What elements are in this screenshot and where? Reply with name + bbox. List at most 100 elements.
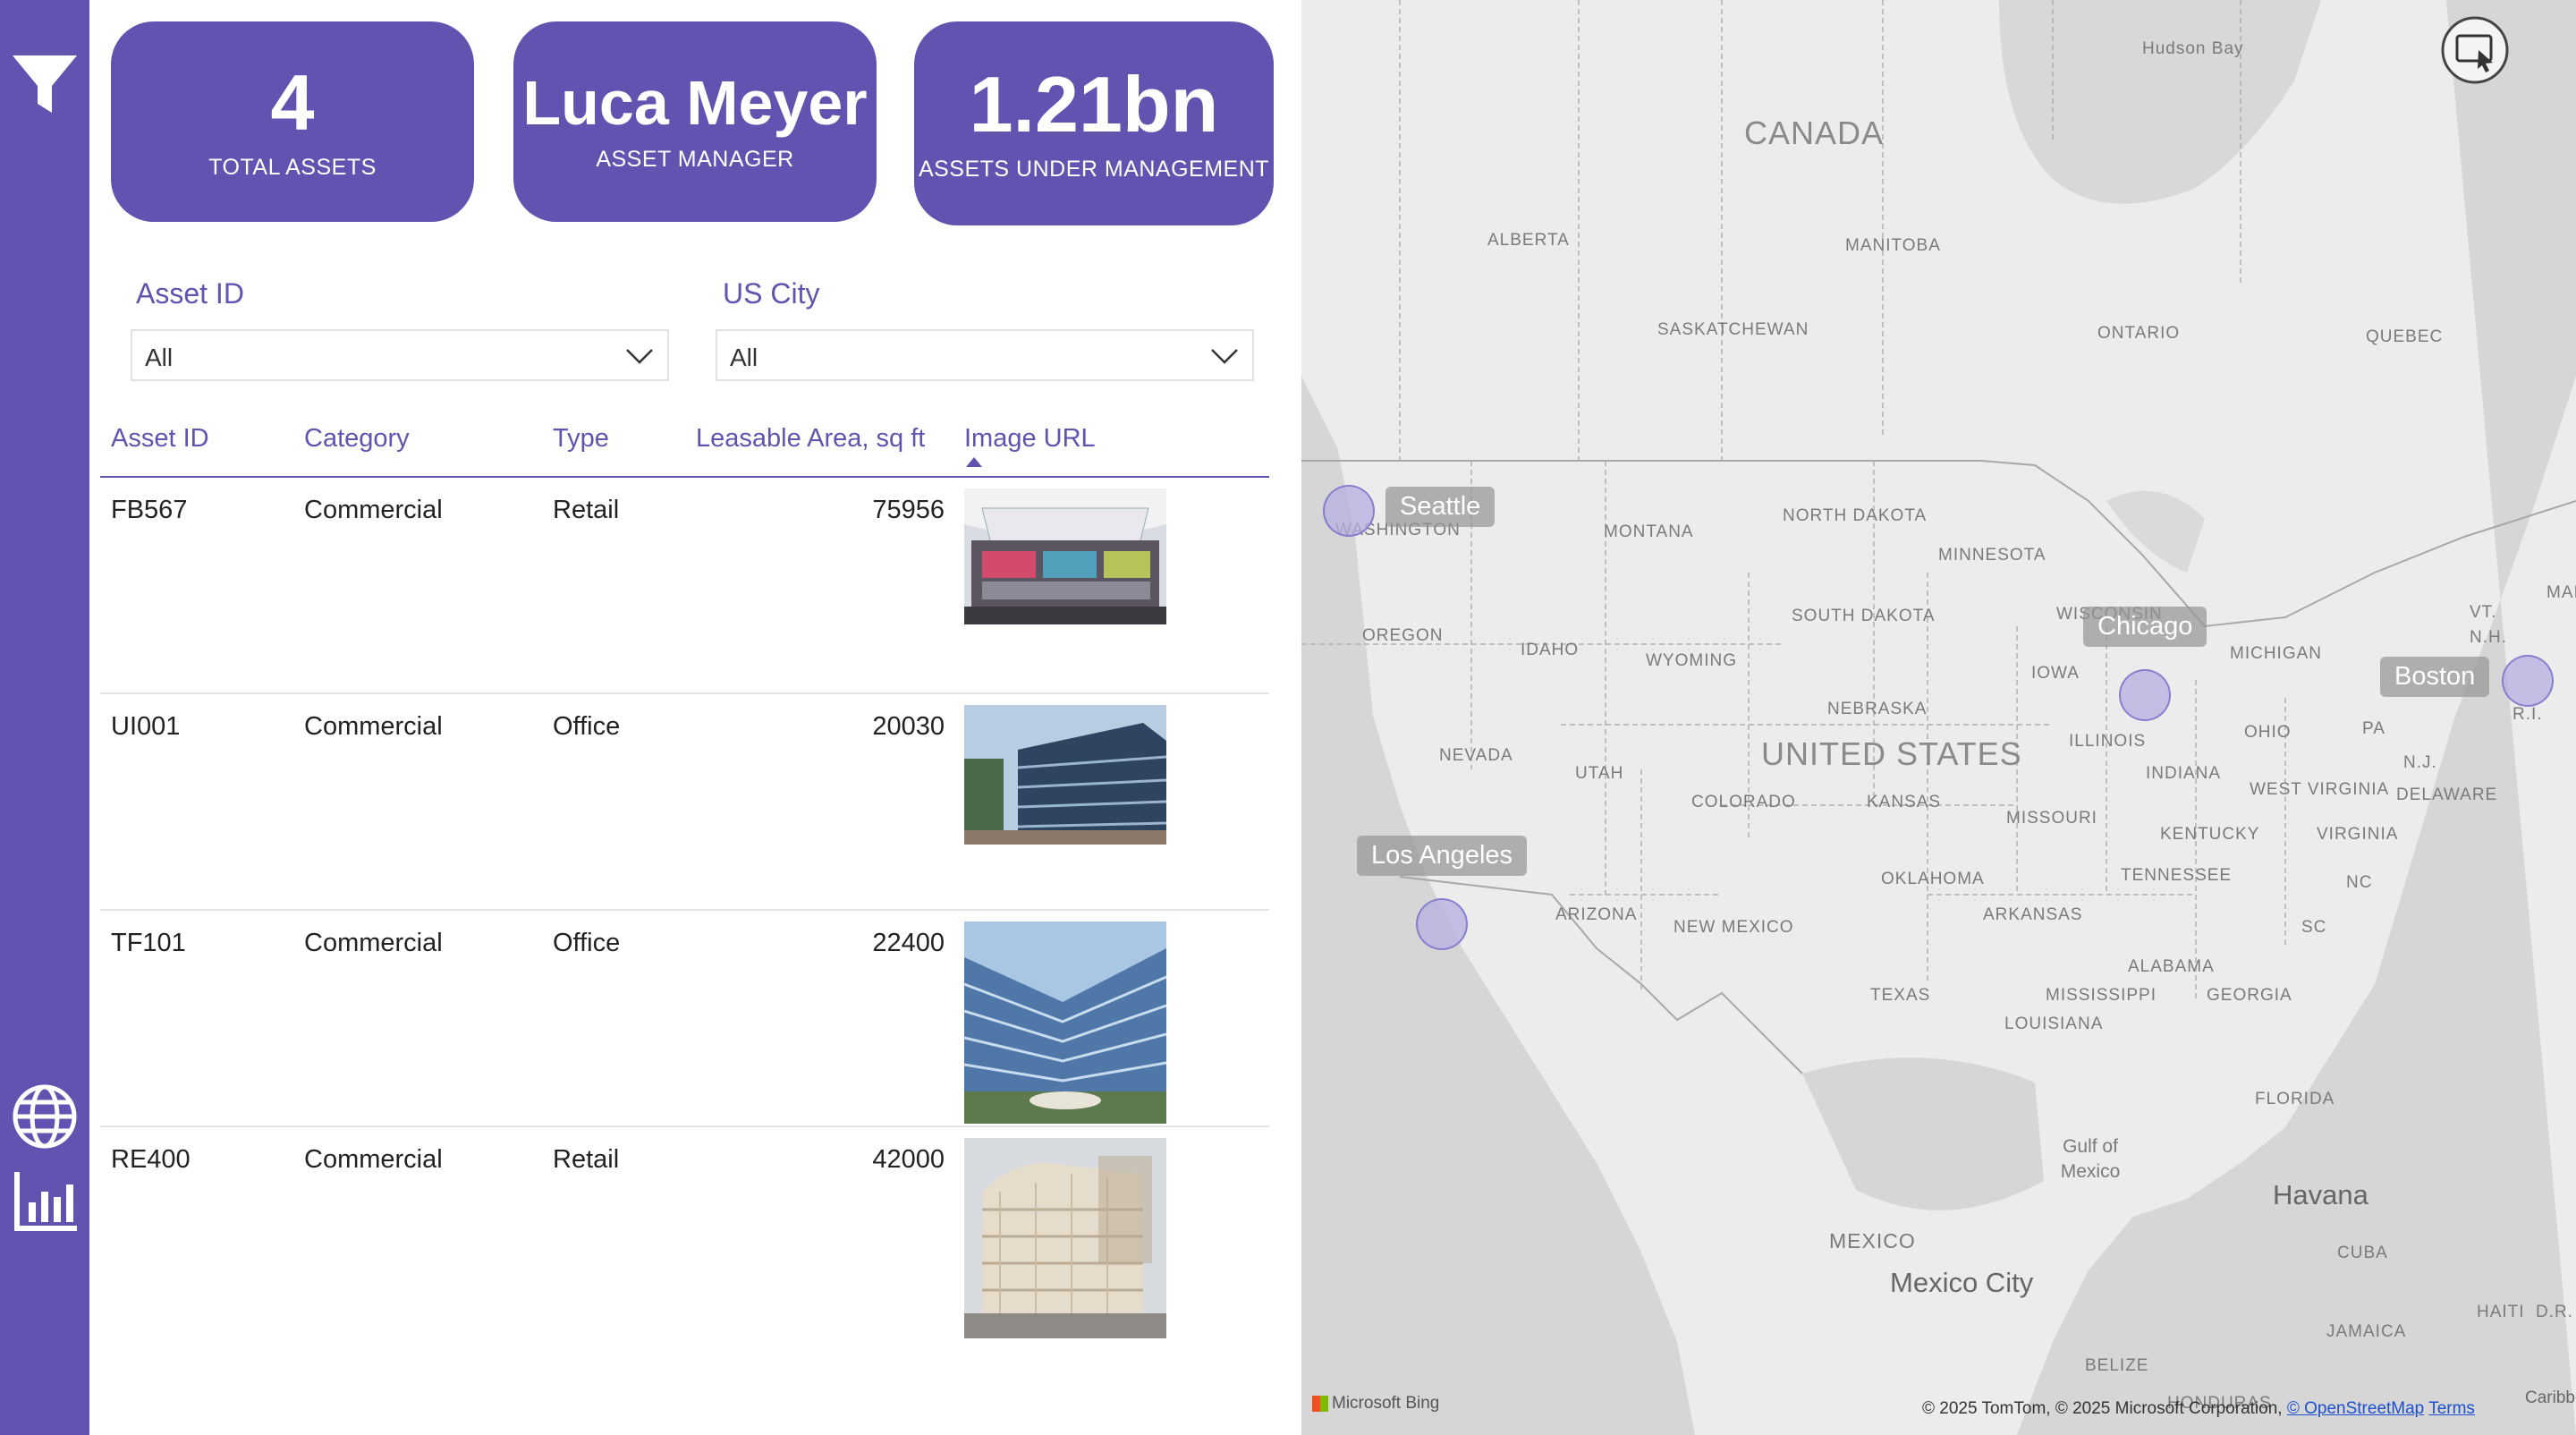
map-label: MISSOURI (2006, 809, 2097, 828)
cell-leasable-area: 22400 (872, 929, 945, 957)
map-label: MAI (2546, 583, 2576, 602)
office-building-photo[interactable] (964, 705, 1166, 845)
cell-asset-id: UI001 (111, 712, 181, 741)
map-label: SOUTH DAKOTA (1792, 607, 1936, 625)
cell-leasable-area: 42000 (872, 1145, 945, 1174)
table-row[interactable]: UI001 Commercial Office 20030 (100, 694, 1269, 911)
map-label: MICHIGAN (2230, 644, 2322, 663)
kpi-value: Luca Meyer (522, 67, 868, 138)
cell-category: Commercial (304, 1145, 443, 1174)
map-label: SC (2301, 918, 2327, 937)
attribution-text: © 2025 TomTom, © 2025 Microsoft Corporat… (1922, 1399, 2283, 1418)
kpi-label: ASSET MANAGER (596, 146, 794, 172)
kpi-total-assets: 4 TOTAL ASSETS (111, 21, 474, 222)
map-label: NC (2346, 873, 2373, 892)
cell-type: Office (553, 929, 621, 957)
map-label: MEXICO (1829, 1229, 1916, 1252)
bubble-label: Chicago (2083, 607, 2207, 647)
kpi-label: ASSETS UNDER MANAGEMENT (918, 156, 1270, 182)
filter-icon[interactable] (0, 52, 89, 118)
us-city-dropdown[interactable]: All (716, 329, 1254, 381)
map-label: VIRGINIA (2317, 825, 2399, 844)
map-city-label: Havana (2273, 1179, 2368, 1210)
cell-type: Retail (553, 1145, 620, 1174)
map-bubble-seattle[interactable] (1323, 485, 1375, 537)
bubble-label: Los Angeles (1357, 836, 1528, 876)
map-label: NEVADA (1439, 746, 1513, 765)
asset-id-dropdown[interactable]: All (131, 329, 669, 381)
map-label: FLORIDA (2255, 1090, 2335, 1108)
map-label: DELAWARE (2396, 785, 2498, 804)
map-label: UTAH (1575, 764, 1624, 783)
map-label: UNITED STATES (1761, 735, 2022, 772)
map-label: OREGON (1362, 626, 1444, 645)
chevron-down-icon (1211, 349, 1238, 364)
terms-link[interactable]: Terms (2428, 1399, 2475, 1418)
map-label: PA (2362, 719, 2385, 738)
bubble-label: Seattle (1385, 487, 1496, 527)
chevron-down-icon (626, 349, 653, 364)
map-city-label: Mexico City (1890, 1267, 2034, 1298)
globe-icon[interactable] (0, 1083, 89, 1151)
map-label: ARKANSAS (1983, 905, 2083, 924)
map-label: BELIZE (2085, 1356, 2149, 1375)
kpi-label: TOTAL ASSETS (208, 154, 377, 180)
map-attribution: © 2025 TomTom, © 2025 Microsoft Corporat… (1922, 1399, 2475, 1419)
bubble-label: Boston (2380, 657, 2490, 697)
cell-type: Office (553, 712, 621, 741)
map-label: TENNESSEE (2121, 866, 2233, 885)
map-label: SASKATCHEWAN (1657, 320, 1809, 339)
map-label: MONTANA (1604, 522, 1694, 541)
map-label: D.R. (2536, 1303, 2573, 1321)
table-row[interactable]: FB567 Commercial Retail 75956 (100, 478, 1269, 694)
map-label: HAITI (2477, 1303, 2525, 1321)
office-building-photo[interactable] (964, 921, 1166, 1124)
map-label: CUBA (2337, 1244, 2388, 1262)
map-label: N.H. (2470, 628, 2507, 647)
focus-mode-icon[interactable] (2439, 14, 2511, 86)
left-nav-rail (0, 0, 89, 1435)
map-label: IDAHO (1521, 641, 1580, 659)
cell-type: Retail (553, 496, 620, 524)
cell-category: Commercial (304, 712, 443, 741)
map-label: WYOMING (1646, 651, 1737, 670)
retail-building-photo[interactable] (964, 488, 1166, 624)
slicer-title-asset-id: Asset ID (136, 277, 244, 310)
bing-logo-text: Microsoft Bing (1332, 1394, 1440, 1413)
kpi-asset-manager: Luca Meyer ASSET MANAGER (513, 21, 877, 222)
map-bubble-los-angeles[interactable] (1416, 898, 1468, 950)
bing-logo: Microsoft Bing (1312, 1394, 1439, 1414)
map-label: Gulf of Mexico (2060, 1136, 2121, 1182)
column-header-image-url[interactable]: Image URL (964, 424, 1096, 454)
map-label: ILLINOIS (2069, 732, 2147, 751)
map-label: N.J. (2403, 753, 2437, 772)
retail-building-photo[interactable] (964, 1138, 1166, 1338)
cell-leasable-area: 20030 (872, 712, 945, 741)
cell-category: Commercial (304, 496, 443, 524)
map-label: NORTH DAKOTA (1783, 506, 1928, 525)
dropdown-value: All (145, 344, 174, 371)
openstreetmap-link[interactable]: © OpenStreetMap (2287, 1399, 2424, 1418)
map-label: COLORADO (1691, 793, 1796, 811)
map-label: R.I. (2512, 705, 2543, 724)
column-header-type[interactable]: Type (553, 424, 609, 454)
map-bubble-boston[interactable] (2502, 655, 2554, 707)
slicer-title-us-city: US City (723, 277, 820, 310)
column-header-asset-id[interactable]: Asset ID (111, 424, 209, 454)
map-visual[interactable]: Hudson Bay CANADA ALBERTA MANITOBA SASKA… (1301, 0, 2576, 1435)
map-label: CANADA (1744, 115, 1885, 151)
map-label: TEXAS (1870, 986, 1931, 1005)
table-row[interactable]: RE400 Commercial Retail 42000 (100, 1127, 1269, 1344)
bar-chart-icon[interactable] (0, 1168, 89, 1236)
table-row[interactable]: TF101 Commercial Office 22400 (100, 911, 1269, 1127)
map-label: GEORGIA (2207, 986, 2292, 1005)
map-label: WEST VIRGINIA (2250, 780, 2390, 799)
kpi-assets-under-management: 1.21bn ASSETS UNDER MANAGEMENT (914, 21, 1274, 225)
map-bubble-chicago[interactable] (2119, 669, 2171, 721)
map-label: OHIO (2244, 723, 2292, 742)
map-label: QUEBEC (2366, 327, 2444, 346)
map-label: Hudson Bay (2142, 39, 2244, 58)
map-label: JAMAICA (2326, 1322, 2407, 1341)
column-header-category[interactable]: Category (304, 424, 410, 454)
column-header-leasable-area[interactable]: Leasable Area, sq ft (696, 424, 925, 454)
